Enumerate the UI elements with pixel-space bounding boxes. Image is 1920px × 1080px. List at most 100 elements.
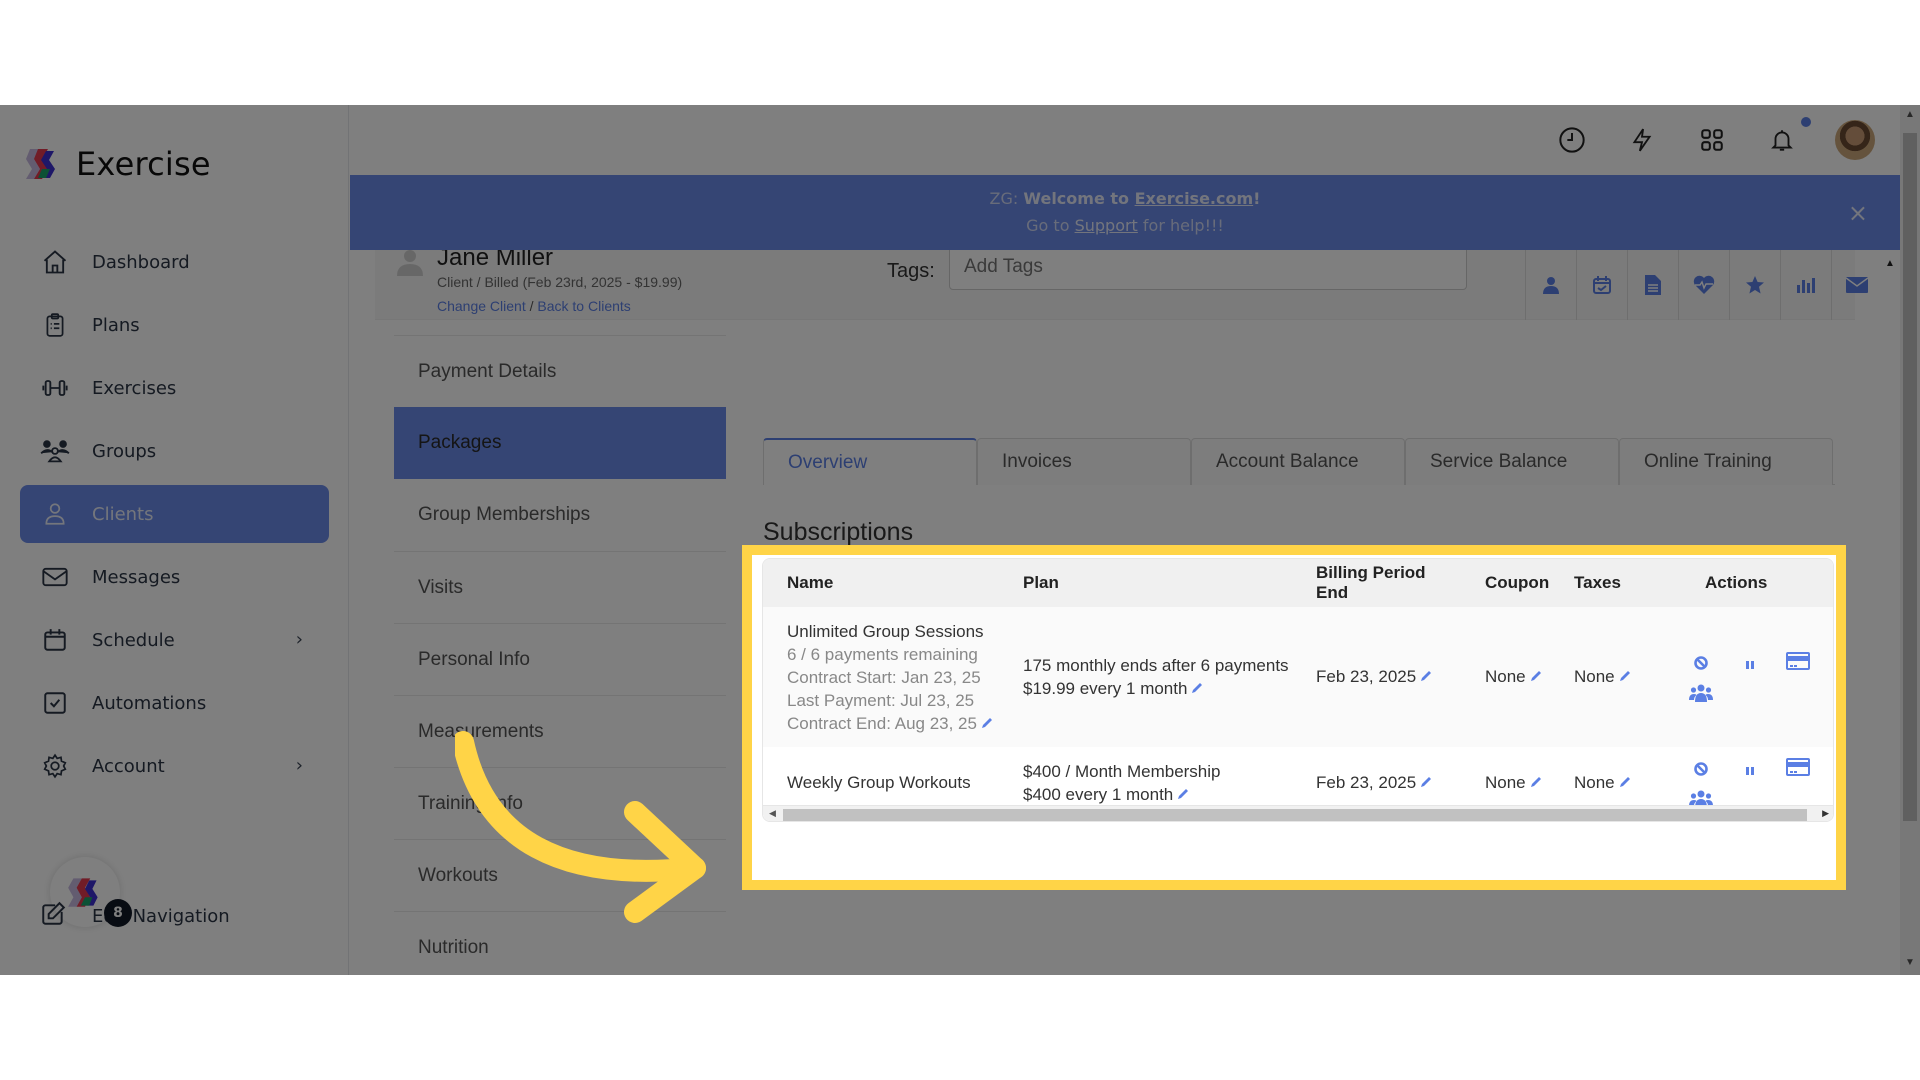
- user-avatar[interactable]: [1835, 120, 1875, 160]
- user-icon: [40, 499, 70, 529]
- profile-icon[interactable]: [1525, 250, 1576, 320]
- edit-pencil-icon[interactable]: [1529, 669, 1543, 683]
- content-scrollbar[interactable]: ▲: [1880, 250, 1900, 975]
- sidebar-item-schedule[interactable]: Schedule ›: [20, 611, 329, 669]
- subnav-nutrition[interactable]: Nutrition: [394, 911, 726, 975]
- back-to-clients-link[interactable]: Back to Clients: [537, 298, 630, 314]
- client-subnav: Payment Details Packages Group Membershi…: [394, 335, 726, 975]
- edit-pencil-icon[interactable]: [1618, 669, 1632, 683]
- billing-period-end: Feb 23, 2025: [1316, 773, 1417, 792]
- scroll-down-icon[interactable]: ▼: [1905, 957, 1915, 968]
- cancel-icon[interactable]: [1687, 755, 1715, 783]
- billing-period-end: Feb 23, 2025: [1316, 667, 1417, 686]
- col-plan[interactable]: Plan: [999, 559, 1292, 607]
- change-client-link[interactable]: Change Client: [437, 298, 526, 314]
- notification-dot: [1801, 117, 1811, 127]
- scrollbar-thumb[interactable]: [783, 809, 1807, 821]
- subnav-measurements[interactable]: Measurements: [394, 695, 726, 767]
- scroll-right-icon[interactable]: ▶: [1822, 808, 1829, 819]
- cell-name: Unlimited Group Sessions 6 / 6 payments …: [763, 607, 999, 747]
- scroll-left-icon[interactable]: ◀: [769, 808, 776, 819]
- plan-price: $19.99 every 1 month: [1023, 679, 1188, 698]
- support-link[interactable]: Support: [1075, 216, 1138, 235]
- sidebar-item-account[interactable]: Account ›: [20, 737, 329, 795]
- pause-icon[interactable]: [1736, 757, 1764, 785]
- client-header: Jane Miller Client / Billed (Feb 23rd, 2…: [375, 250, 1868, 320]
- close-banner-button[interactable]: ×: [1848, 199, 1868, 227]
- sidebar-item-clients[interactable]: Clients: [20, 485, 329, 543]
- users-icon: [40, 436, 70, 466]
- subnav-workouts[interactable]: Workouts: [394, 839, 726, 911]
- bell-icon[interactable]: [1765, 123, 1799, 157]
- sidebar-item-groups[interactable]: Groups: [20, 422, 329, 480]
- sidebar-item-exercises[interactable]: Exercises: [20, 359, 329, 417]
- mail-icon[interactable]: [1831, 250, 1882, 320]
- star-icon[interactable]: [1729, 250, 1780, 320]
- scrollbar-thumb[interactable]: [1903, 133, 1917, 821]
- edit-pencil-icon[interactable]: [1190, 681, 1204, 695]
- gear-icon: [40, 751, 70, 781]
- site-link[interactable]: Exercise.com: [1135, 189, 1254, 208]
- tab-online-training[interactable]: Online Training: [1619, 438, 1833, 485]
- cell-actions: [1681, 607, 1833, 747]
- scroll-up-icon[interactable]: ▲: [1905, 109, 1915, 120]
- banner-welcome: Welcome to: [1023, 189, 1135, 208]
- credit-card-icon[interactable]: [1784, 753, 1812, 781]
- subnav-packages[interactable]: Packages: [394, 407, 726, 479]
- plan-description: 175 monthly ends after 6 payments: [1023, 656, 1289, 675]
- sidebar-nav: Dashboard Plans Exercises Groups Clients…: [20, 233, 329, 800]
- tab-invoices[interactable]: Invoices: [977, 438, 1191, 485]
- taxes-value: None: [1574, 667, 1615, 686]
- clock-icon[interactable]: [1555, 123, 1589, 157]
- client-tabs: Overview Invoices Account Balance Servic…: [763, 438, 1835, 485]
- col-coupon[interactable]: Coupon: [1461, 559, 1550, 607]
- edit-pencil-icon[interactable]: [1176, 787, 1190, 801]
- subnav-training-info[interactable]: Training Info: [394, 767, 726, 839]
- edit-pencil-icon[interactable]: [1419, 669, 1433, 683]
- sidebar-item-automations[interactable]: Automations: [20, 674, 329, 732]
- edit-pencil-icon[interactable]: [1529, 775, 1543, 789]
- lightning-icon[interactable]: [1625, 123, 1659, 157]
- client-quick-actions: [1525, 250, 1882, 320]
- subnav-visits[interactable]: Visits: [394, 551, 726, 623]
- edit-pencil-icon[interactable]: [1618, 775, 1632, 789]
- tab-account-balance[interactable]: Account Balance: [1191, 438, 1405, 485]
- logo[interactable]: Exercise: [24, 145, 211, 183]
- tab-service-balance[interactable]: Service Balance: [1405, 438, 1619, 485]
- table-horizontal-scrollbar[interactable]: ◀ ▶: [763, 805, 1833, 821]
- tags-input[interactable]: [949, 250, 1467, 290]
- apps-grid-icon[interactable]: [1695, 123, 1729, 157]
- subnav-group-memberships[interactable]: Group Memberships: [394, 479, 726, 551]
- col-name[interactable]: Name: [763, 559, 999, 607]
- sidebar-item-plans[interactable]: Plans: [20, 296, 329, 354]
- subnav-personal-info[interactable]: Personal Info: [394, 623, 726, 695]
- col-taxes[interactable]: Taxes: [1550, 559, 1681, 607]
- sidebar-item-label: Plans: [92, 314, 140, 336]
- subnav-payment-details[interactable]: Payment Details: [394, 335, 726, 407]
- document-icon[interactable]: [1627, 250, 1678, 320]
- page-scrollbar[interactable]: ▲ ▼: [1900, 105, 1920, 975]
- credit-card-icon[interactable]: [1784, 647, 1812, 675]
- edit-navigation-button[interactable]: Edit Navigation: [40, 901, 230, 931]
- cancel-icon[interactable]: [1687, 649, 1715, 677]
- tab-overview[interactable]: Overview: [763, 438, 977, 485]
- sidebar-item-messages[interactable]: Messages: [20, 548, 329, 606]
- sidebar-item-dashboard[interactable]: Dashboard: [20, 233, 329, 291]
- group-icon[interactable]: [1687, 679, 1715, 707]
- taxes-value: None: [1574, 773, 1615, 792]
- plan-price-row: $19.99 every 1 month: [1023, 677, 1292, 700]
- edit-pencil-icon[interactable]: [980, 716, 994, 730]
- sidebar-item-label: Schedule: [92, 629, 175, 651]
- edit-pencil-icon[interactable]: [1419, 775, 1433, 789]
- calendar-check-icon[interactable]: [1576, 250, 1627, 320]
- col-billing-period-end[interactable]: Billing Period End: [1292, 559, 1461, 607]
- subscription-name: Weekly Group Workouts: [787, 773, 971, 792]
- sidebar-item-label: Messages: [92, 566, 181, 588]
- bar-chart-icon[interactable]: [1780, 250, 1831, 320]
- sidebar-item-label: Clients: [92, 503, 154, 525]
- cell-coupon: None: [1461, 607, 1550, 747]
- scroll-up-icon[interactable]: ▲: [1885, 258, 1895, 269]
- heartbeat-icon[interactable]: [1678, 250, 1729, 320]
- table-header-row: Name Plan Billing Period End Coupon Taxe…: [763, 559, 1833, 607]
- pause-icon[interactable]: [1736, 651, 1764, 679]
